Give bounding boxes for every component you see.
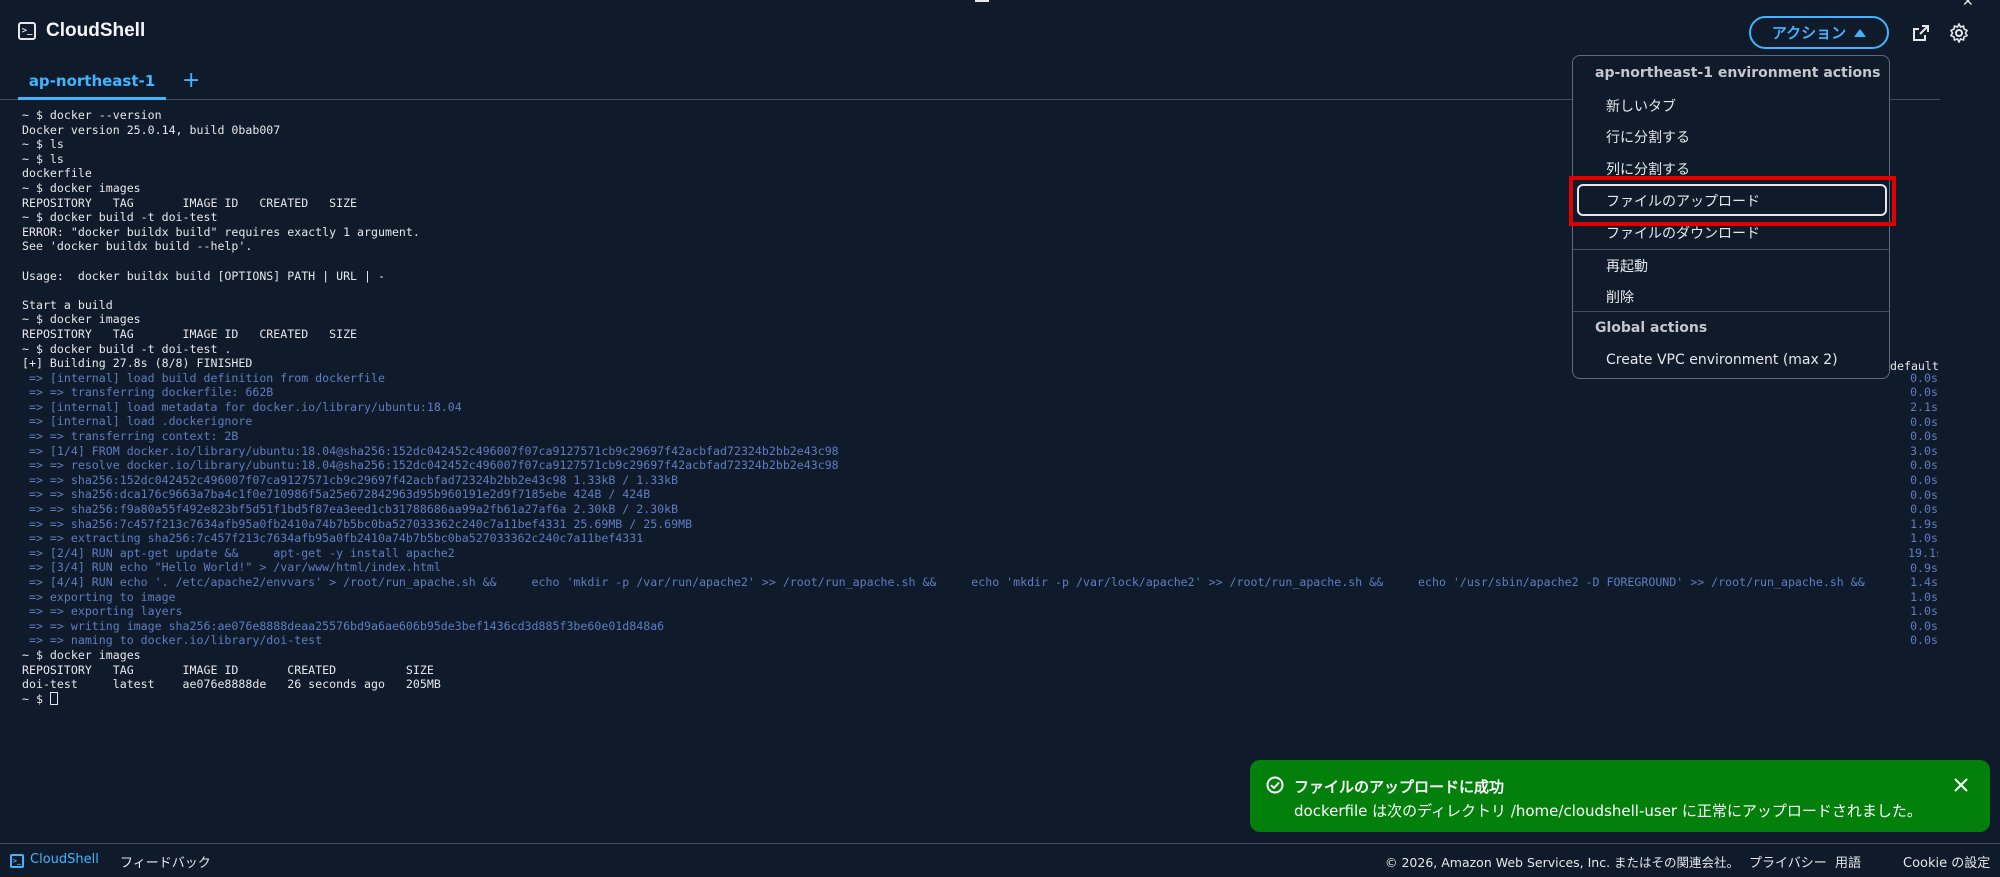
timing-value: 0.9s <box>1910 560 1938 575</box>
tab-ap-northeast-1[interactable]: ap-northeast-1 <box>18 64 166 100</box>
timing-value: 3.0s <box>1910 443 1938 458</box>
feedback-link[interactable]: フィードバック <box>120 852 211 871</box>
timing-value: 0.0s <box>1910 618 1938 633</box>
timing-value: 0.0s <box>1910 370 1938 385</box>
menu-item-split-rows[interactable]: 行に分割する <box>1606 127 1690 147</box>
terminal-line: => [internal] load metadata for docker.i… <box>22 399 462 414</box>
timing-value: 1.4s <box>1910 575 1938 590</box>
terminal-line: => => resolve docker.io/library/ubuntu:1… <box>22 458 839 473</box>
terminal-line: => => sha256:dca176c9663a7ba4c1f0e710986… <box>22 487 651 502</box>
timing-value: 1.0s <box>1910 589 1938 604</box>
terms-link[interactable]: 用語 <box>1835 852 1861 871</box>
close-icon[interactable] <box>1952 776 1970 794</box>
toast-message: dockerfile は次のディレクトリ /home/cloudshell-us… <box>1294 802 1922 820</box>
actions-button[interactable]: アクション <box>1749 16 1889 49</box>
menu-item-download-file[interactable]: ファイルのダウンロード <box>1606 223 1760 243</box>
terminal-line: => [4/4] RUN echo '. /etc/apache2/envvar… <box>22 575 1865 589</box>
highlight-annotation <box>1569 176 1896 226</box>
timing-value: 0.0s <box>1910 633 1938 648</box>
timing-value: 1.0s <box>1910 531 1938 546</box>
terminal-line: REPOSITORY TAG IMAGE ID CREATED SIZE <box>22 662 434 677</box>
terminal-line: => [3/4] RUN echo "Hello World!" > /var/… <box>22 560 441 575</box>
menu-item-new-tab[interactable]: 新しいタブ <box>1606 96 1676 116</box>
cursor <box>49 691 58 705</box>
privacy-link[interactable]: プライバシー <box>1749 852 1827 871</box>
minimize-icon[interactable] <box>975 0 989 2</box>
timing-value: 0.0s <box>1910 458 1938 473</box>
menu-item-create-vpc[interactable]: Create VPC environment (max 2) <box>1606 352 1838 368</box>
timing-value: 0.0s <box>1910 502 1938 517</box>
menu-divider <box>1573 311 1889 312</box>
timing-value: 0.0s <box>1910 414 1938 429</box>
terminal-line: => => naming to docker.io/library/doi-te… <box>22 633 323 648</box>
terminal-line: => => transferring context: 2B <box>22 429 239 444</box>
terminal-line: => => transferring dockerfile: 662B <box>22 385 274 400</box>
terminal-line: => [internal] load .dockerignore <box>22 414 253 429</box>
terminal-line: ~ $ docker images <box>22 647 141 662</box>
cookie-settings-link[interactable]: Cookie の設定 <box>1903 852 1990 871</box>
timing-value: 1.0s <box>1910 604 1938 619</box>
timing-value: 0.0s <box>1910 429 1938 444</box>
terminal-line: => => extracting sha256:7c457f213c7634af… <box>22 531 644 546</box>
success-toast: ファイルのアップロードに成功 dockerfile は次のディレクトリ /hom… <box>1250 760 1990 832</box>
close-window-icon[interactable]: ✕ <box>1962 0 1974 10</box>
copyright: © 2026, Amazon Web Services, Inc. またはその関… <box>1385 855 1740 870</box>
terminal-icon: >_ <box>18 22 36 40</box>
terminal-line: => [2/4] RUN apt-get update && apt-get -… <box>22 545 455 560</box>
terminal-line: => => writing image sha256:ae076e8888dea… <box>22 618 665 633</box>
terminal-line: => [1/4] FROM docker.io/library/ubuntu:1… <box>22 443 839 458</box>
app-title: CloudShell <box>46 20 146 41</box>
caret-up-icon <box>1854 28 1867 37</box>
terminal-line: => exporting to image <box>22 589 176 604</box>
external-link-icon[interactable] <box>1912 24 1930 42</box>
menu-item-delete[interactable]: 削除 <box>1606 287 1634 307</box>
terminal-line: => => sha256:152dc042452c496007f07ca9127… <box>22 472 679 487</box>
timing-value: 0.0s <box>1910 472 1938 487</box>
timing-value: 0.0s <box>1910 487 1938 502</box>
toast-title: ファイルのアップロードに成功 <box>1294 778 1505 796</box>
brand: >_ CloudShell <box>18 20 145 42</box>
terminal-line: ~ $ <box>22 691 1942 707</box>
check-circle-icon <box>1266 776 1284 794</box>
menu-item-restart[interactable]: 再起動 <box>1606 256 1648 276</box>
footer: >_ CloudShell フィードバック © 2026, Amazon Web… <box>0 843 2000 877</box>
timing-column: 0.0s 0.0s 2.1s 0.0s 0.0s 3.0s 0.0s 0.0s 0.0s 0.0s… <box>1908 371 1938 648</box>
timing-value: 0.0s <box>1910 385 1938 400</box>
gear-icon[interactable] <box>1949 23 1969 43</box>
timing-value: 1.9s <box>1910 516 1938 531</box>
terminal-icon[interactable]: >_ <box>10 854 24 868</box>
section-title-global: Global actions <box>1595 320 1708 336</box>
menu-divider <box>1573 249 1889 250</box>
terminal-line: => => exporting layers <box>22 604 183 619</box>
add-tab-button[interactable]: + <box>182 64 200 100</box>
timing-value: 19.1s <box>1908 545 1938 560</box>
timing-value: 2.1s <box>1910 399 1938 414</box>
terminal-line: => => sha256:f9a80a55f492e823bf5d51f1bd5… <box>22 502 679 517</box>
footer-cloudshell-link[interactable]: CloudShell <box>30 852 99 867</box>
section-title-environment: ap-northeast-1 environment actions <box>1595 65 1881 81</box>
terminal-line: doi-test latest ae076e8888de 26 seconds … <box>22 677 441 692</box>
actions-label: アクション <box>1771 24 1847 42</box>
terminal-line: => => sha256:7c457f213c7634afb95a0fb2410… <box>22 516 693 531</box>
